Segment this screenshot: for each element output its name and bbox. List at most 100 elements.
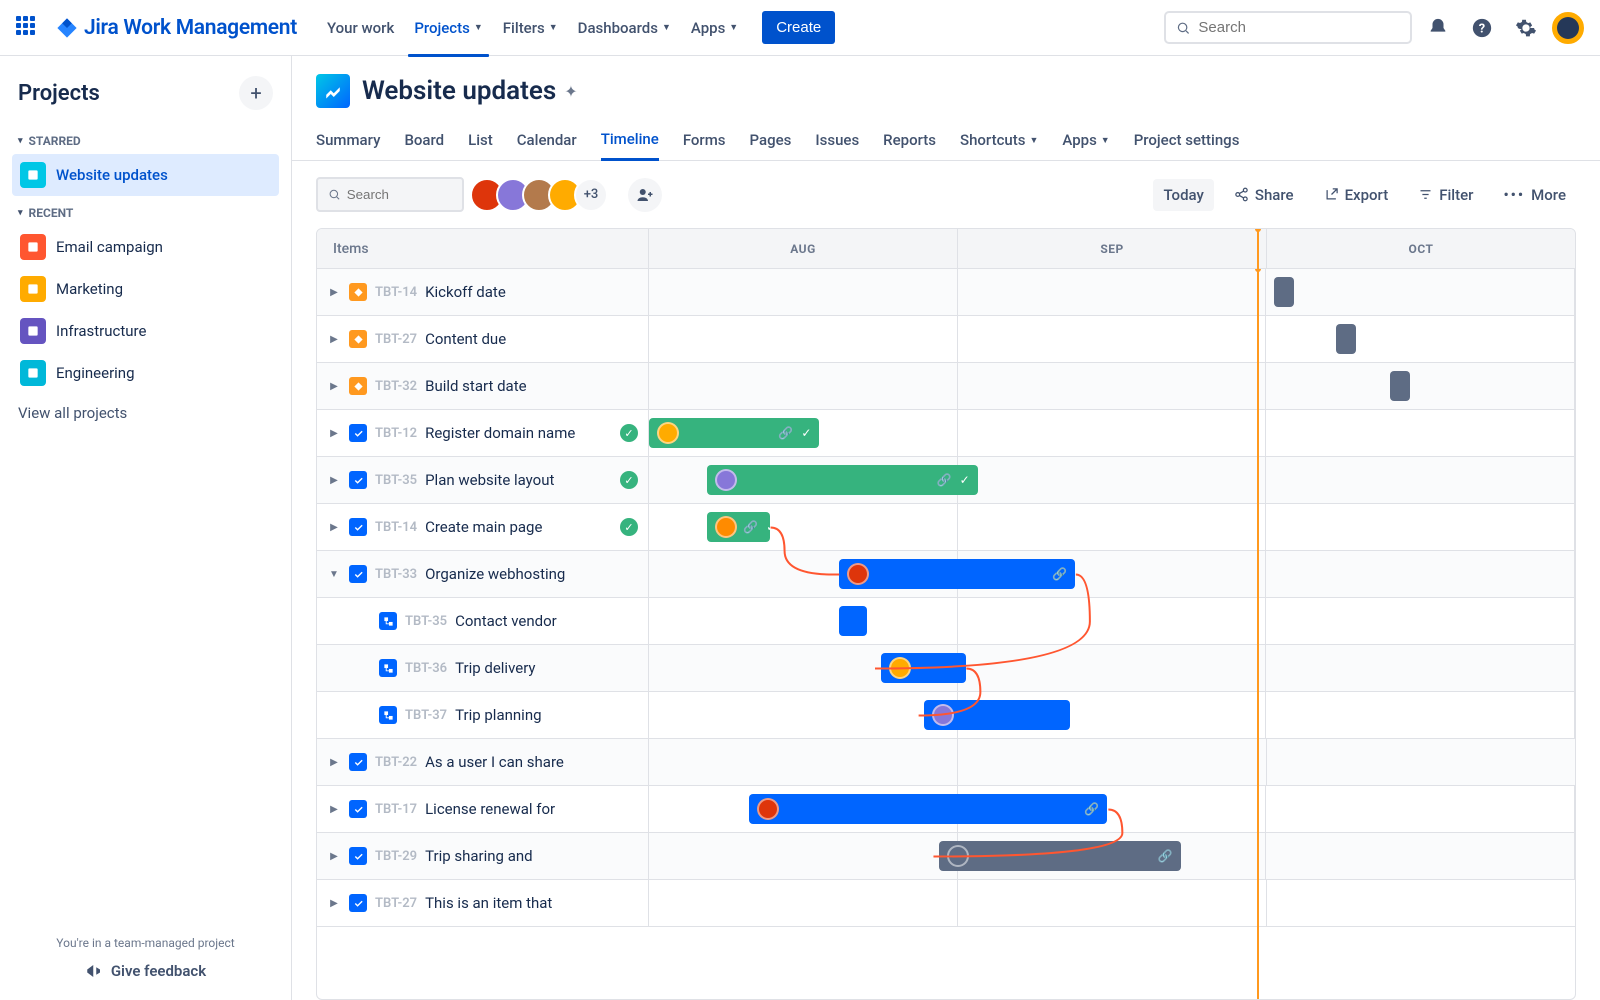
tab-pages[interactable]: Pages xyxy=(750,120,792,160)
share-button[interactable]: Share xyxy=(1224,179,1304,211)
tab-board[interactable]: Board xyxy=(404,120,444,160)
create-button[interactable]: Create xyxy=(762,11,835,44)
sidebar-section-recent[interactable]: RECENT xyxy=(12,196,279,226)
item-cell[interactable]: TBT-35Contact vendor xyxy=(317,598,649,644)
nav-filters[interactable]: Filters▼ xyxy=(493,11,568,45)
profile-avatar[interactable] xyxy=(1552,12,1584,44)
expand-chevron[interactable]: ▶ xyxy=(327,381,341,392)
gantt-bar[interactable] xyxy=(839,606,867,636)
gantt-bar[interactable]: 🔗✓ xyxy=(707,465,977,495)
item-cell[interactable]: TBT-37Trip planning xyxy=(317,692,649,738)
issue-title[interactable]: Contact vendor xyxy=(455,612,557,630)
expand-chevron[interactable]: ▶ xyxy=(327,522,341,533)
sidebar-item-infrastructure[interactable]: Infrastructure xyxy=(12,310,279,352)
gantt-bar[interactable] xyxy=(1336,324,1356,354)
issue-title[interactable]: Trip planning xyxy=(455,706,541,724)
issue-key[interactable]: TBT-22 xyxy=(375,755,417,770)
nav-projects[interactable]: Projects▼ xyxy=(404,11,492,45)
sidebar-item-email-campaign[interactable]: Email campaign xyxy=(12,226,279,268)
assignee-filter-avatars[interactable]: +3 xyxy=(478,178,608,212)
issue-title[interactable]: Register domain name xyxy=(425,424,575,442)
issue-key[interactable]: TBT-27 xyxy=(375,332,417,347)
issue-title[interactable]: Content due xyxy=(425,330,506,348)
item-cell[interactable]: TBT-36Trip delivery xyxy=(317,645,649,691)
expand-chevron[interactable]: ▶ xyxy=(327,804,341,815)
gantt-bar[interactable]: 🔗 xyxy=(939,841,1181,871)
issue-key[interactable]: TBT-32 xyxy=(375,379,417,394)
expand-chevron[interactable]: ▶ xyxy=(327,428,341,439)
item-cell[interactable]: ▶ TBT-27 This is an item that xyxy=(317,880,649,926)
jira-logo[interactable]: Jira Work Management xyxy=(56,16,297,40)
issue-title[interactable]: Build start date xyxy=(425,377,526,395)
issue-title[interactable]: Kickoff date xyxy=(425,283,506,301)
gantt-bar[interactable]: 🔗✓ xyxy=(649,418,819,448)
timeline-search[interactable] xyxy=(316,177,464,212)
issue-key[interactable]: TBT-29 xyxy=(375,849,417,864)
add-project-button[interactable]: + xyxy=(239,76,273,110)
item-cell[interactable]: ▶ TBT-14 Kickoff date xyxy=(317,269,649,315)
nav-apps[interactable]: Apps▼ xyxy=(681,11,748,45)
tab-summary[interactable]: Summary xyxy=(316,120,380,160)
tab-apps[interactable]: Apps▼ xyxy=(1062,120,1109,160)
more-button[interactable]: •••More xyxy=(1493,179,1576,211)
tab-forms[interactable]: Forms xyxy=(683,120,726,160)
gantt-bar[interactable] xyxy=(1390,371,1410,401)
tab-calendar[interactable]: Calendar xyxy=(517,120,577,160)
tab-project-settings[interactable]: Project settings xyxy=(1134,120,1240,160)
issue-title[interactable]: Create main page xyxy=(425,518,542,536)
item-cell[interactable]: ▶ TBT-17 License renewal for xyxy=(317,786,649,832)
expand-chevron[interactable]: ▶ xyxy=(327,757,341,768)
expand-chevron[interactable]: ▶ xyxy=(327,334,341,345)
issue-key[interactable]: TBT-35 xyxy=(375,473,417,488)
automation-icon[interactable]: ✦ xyxy=(564,82,577,101)
timeline-search-input[interactable] xyxy=(347,187,452,202)
issue-key[interactable]: TBT-14 xyxy=(375,285,417,300)
sidebar-item-engineering[interactable]: Engineering xyxy=(12,352,279,394)
issue-key[interactable]: TBT-14 xyxy=(375,520,417,535)
issue-key[interactable]: TBT-27 xyxy=(375,896,417,911)
item-cell[interactable]: ▶TBT-35Plan website layout✓ xyxy=(317,457,649,503)
nav-your-work[interactable]: Your work xyxy=(317,11,404,45)
item-cell[interactable]: ▶ TBT-29 Trip sharing and xyxy=(317,833,649,879)
sidebar-item-marketing[interactable]: Marketing xyxy=(12,268,279,310)
expand-chevron[interactable]: ▶ xyxy=(327,898,341,909)
tab-timeline[interactable]: Timeline xyxy=(601,120,659,161)
item-cell[interactable]: ▶ TBT-27 Content due xyxy=(317,316,649,362)
issue-title[interactable]: License renewal for xyxy=(425,800,555,818)
issue-key[interactable]: TBT-17 xyxy=(375,802,417,817)
issue-title[interactable]: Plan website layout xyxy=(425,471,554,489)
expand-chevron[interactable]: ▼ xyxy=(327,569,341,580)
item-cell[interactable]: ▶ TBT-22 As a user I can share xyxy=(317,739,649,785)
help-icon[interactable]: ? xyxy=(1464,10,1500,46)
issue-title[interactable]: This is an item that xyxy=(425,894,552,912)
gantt-bar[interactable] xyxy=(881,653,966,683)
global-search[interactable] xyxy=(1164,11,1412,44)
apps-switcher-icon[interactable] xyxy=(16,16,40,40)
tab-shortcuts[interactable]: Shortcuts▼ xyxy=(960,120,1038,160)
notifications-icon[interactable] xyxy=(1420,10,1456,46)
issue-title[interactable]: Trip delivery xyxy=(455,659,535,677)
gantt-bar[interactable]: 🔗 xyxy=(749,794,1107,824)
gantt-bar[interactable]: 🔗 xyxy=(839,559,1075,589)
export-button[interactable]: Export xyxy=(1314,179,1399,211)
give-feedback-button[interactable]: Give feedback xyxy=(12,962,279,980)
issue-key[interactable]: TBT-33 xyxy=(375,567,417,582)
issue-key[interactable]: TBT-12 xyxy=(375,426,417,441)
settings-icon[interactable] xyxy=(1508,10,1544,46)
add-people-button[interactable] xyxy=(628,178,662,212)
gantt-bar[interactable]: 🔗✓ xyxy=(707,512,770,542)
gantt-bar[interactable] xyxy=(924,700,1070,730)
today-button[interactable]: Today xyxy=(1153,179,1213,211)
issue-title[interactable]: Trip sharing and xyxy=(425,847,533,865)
tab-issues[interactable]: Issues xyxy=(815,120,859,160)
expand-chevron[interactable]: ▶ xyxy=(327,287,341,298)
issue-title[interactable]: As a user I can share xyxy=(425,753,564,771)
item-cell[interactable]: ▶TBT-12Register domain name✓ xyxy=(317,410,649,456)
tab-reports[interactable]: Reports xyxy=(883,120,936,160)
view-all-projects-link[interactable]: View all projects xyxy=(12,394,279,432)
nav-dashboards[interactable]: Dashboards▼ xyxy=(568,11,681,45)
issue-title[interactable]: Organize webhosting xyxy=(425,565,565,583)
filter-button[interactable]: Filter xyxy=(1408,179,1483,211)
gantt-bar[interactable] xyxy=(1274,277,1294,307)
expand-chevron[interactable]: ▶ xyxy=(327,851,341,862)
